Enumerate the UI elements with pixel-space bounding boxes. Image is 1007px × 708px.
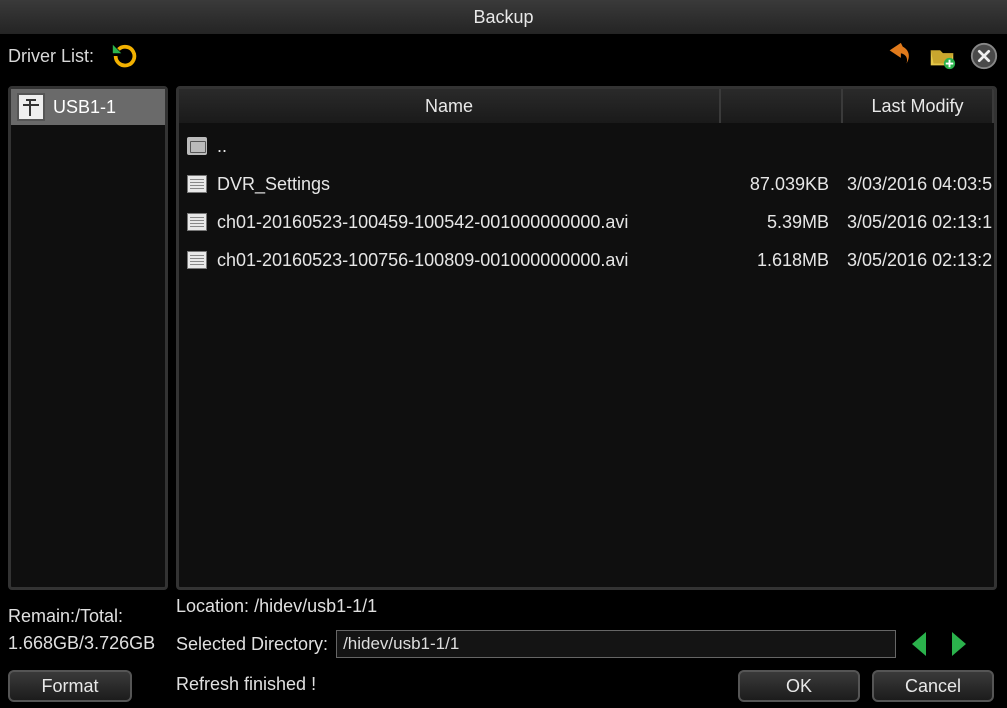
ok-button[interactable]: OK [738, 670, 860, 702]
file-icon [187, 213, 207, 231]
remain-total-value: 1.668GB/3.726GB [8, 633, 155, 654]
col-header-date[interactable]: Last Modify [843, 89, 994, 123]
file-row[interactable]: ch01-20160523-100459-100542-001000000000… [179, 203, 994, 241]
file-size: 1.618MB [719, 250, 839, 271]
file-size: 87.039KB [719, 174, 839, 195]
close-icon[interactable] [969, 41, 999, 71]
file-date: 3/03/2016 04:03:5 [839, 174, 994, 195]
file-name: .. [217, 136, 227, 157]
prev-arrow-icon[interactable] [912, 632, 926, 656]
format-button[interactable]: Format [8, 670, 132, 702]
driver-item[interactable]: USB1-1 [11, 89, 165, 125]
file-table-header: Name Last Modify [179, 89, 994, 123]
driver-item-label: USB1-1 [53, 97, 116, 118]
col-header-name[interactable]: Name [179, 89, 721, 123]
usb-icon [17, 93, 45, 121]
file-name: ch01-20160523-100756-100809-001000000000… [217, 250, 628, 271]
file-rows: .. DVR_Settings 87.039KB 3/03/2016 04:03… [179, 123, 994, 283]
status-message: Refresh finished ! [176, 674, 316, 695]
file-list-panel: Name Last Modify .. DVR_Settings 87.039K… [176, 86, 997, 590]
next-arrow-icon[interactable] [952, 632, 966, 656]
driver-list-label: Driver List: [8, 46, 94, 67]
location-label: Location: [176, 596, 249, 616]
window-title: Backup [0, 0, 1007, 35]
location-value: /hidev/usb1-1/1 [254, 596, 377, 616]
file-row[interactable]: DVR_Settings 87.039KB 3/03/2016 04:03:5 [179, 165, 994, 203]
selected-directory-row: Selected Directory: [176, 630, 966, 658]
selected-directory-label: Selected Directory: [176, 634, 328, 655]
col-header-size[interactable] [721, 89, 843, 123]
back-icon[interactable] [884, 41, 914, 71]
new-folder-icon[interactable] [927, 41, 957, 71]
file-name: DVR_Settings [217, 174, 330, 195]
selected-directory-input[interactable] [336, 630, 896, 658]
cancel-button[interactable]: Cancel [872, 670, 994, 702]
storage-info: Remain:/Total: 1.668GB/3.726GB [8, 606, 155, 660]
file-icon [187, 175, 207, 193]
remain-total-label: Remain:/Total: [8, 606, 155, 627]
driver-list-panel: USB1-1 [8, 86, 168, 590]
file-icon [187, 251, 207, 269]
folder-up-icon [187, 137, 207, 155]
file-row-up[interactable]: .. [179, 127, 994, 165]
file-date: 3/05/2016 02:13:1 [839, 212, 994, 233]
toolbar: Driver List: [0, 35, 1007, 83]
file-name: ch01-20160523-100459-100542-001000000000… [217, 212, 628, 233]
file-date: 3/05/2016 02:13:2 [839, 250, 994, 271]
file-size: 5.39MB [719, 212, 839, 233]
location-row: Location: /hidev/usb1-1/1 [176, 596, 377, 617]
refresh-icon[interactable] [110, 41, 140, 71]
file-row[interactable]: ch01-20160523-100756-100809-001000000000… [179, 241, 994, 279]
